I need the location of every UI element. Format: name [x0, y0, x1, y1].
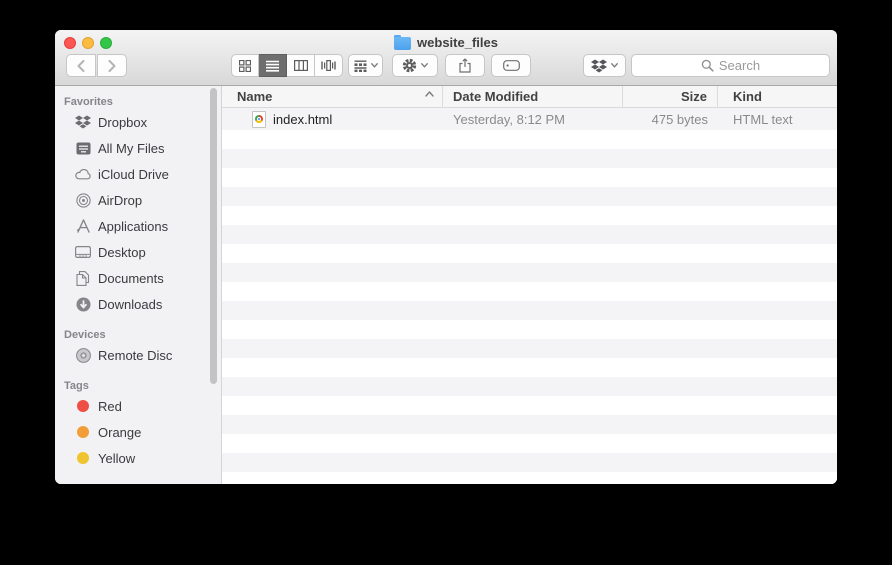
sidebar-section-tags: Tags Red Orange Yellow [55, 368, 221, 471]
search-placeholder: Search [719, 58, 760, 73]
tag-button[interactable] [491, 54, 531, 77]
sidebar-item-downloads[interactable]: Downloads [55, 291, 221, 317]
window-content: Favorites Dropbox [55, 86, 837, 484]
window-chrome: website_files [55, 30, 837, 86]
sidebar: Favorites Dropbox [55, 86, 222, 484]
group-by-icon [354, 60, 367, 72]
yellow-tag-icon [74, 449, 92, 467]
list-header: Name Date Modified Size Kind [222, 86, 837, 108]
sidebar-scrollbar[interactable] [210, 88, 217, 384]
dropbox-icon [74, 113, 92, 131]
sidebar-item-documents[interactable]: Documents [55, 265, 221, 291]
remote-disc-icon [74, 346, 92, 364]
file-row-index-html[interactable]: index.html Yesterday, 8:12 PM 475 bytes … [222, 108, 837, 130]
sidebar-item-airdrop[interactable]: AirDrop [55, 187, 221, 213]
sidebar-section-favorites: Favorites Dropbox [55, 86, 221, 317]
list-view-icon [266, 60, 279, 72]
view-mode-switcher [231, 54, 343, 77]
list-rows: index.html Yesterday, 8:12 PM 475 bytes … [222, 108, 837, 484]
documents-icon [74, 269, 92, 287]
downloads-icon [74, 295, 92, 313]
sidebar-item-applications[interactable]: Applications [55, 213, 221, 239]
section-label: Devices [55, 328, 221, 342]
chevron-down-icon [611, 63, 618, 68]
section-label: Favorites [55, 95, 221, 109]
sidebar-item-desktop[interactable]: Desktop [55, 239, 221, 265]
back-button[interactable] [66, 54, 96, 77]
column-header-kind[interactable]: Kind [718, 86, 837, 107]
sidebar-item-remote-disc[interactable]: Remote Disc [55, 342, 221, 368]
file-list: Name Date Modified Size Kind [222, 86, 837, 484]
all-my-files-icon [74, 139, 92, 157]
chevron-left-icon [77, 60, 85, 72]
arrange-button[interactable] [348, 54, 383, 77]
icon-view-button[interactable] [231, 54, 259, 77]
list-view-button[interactable] [259, 54, 287, 77]
icloud-drive-icon [74, 165, 92, 183]
share-icon [459, 58, 471, 73]
file-date-cell: Yesterday, 8:12 PM [443, 108, 623, 130]
coverflow-view-button[interactable] [315, 54, 343, 77]
empty-row-stripes [222, 130, 837, 484]
section-label: Tags [55, 379, 221, 393]
file-name-cell: index.html [222, 108, 443, 130]
gear-icon [402, 58, 417, 73]
desktop-icon [74, 243, 92, 261]
file-size-cell: 475 bytes [623, 108, 718, 130]
sidebar-item-icloud-drive[interactable]: iCloud Drive [55, 161, 221, 187]
sidebar-item-tag-red[interactable]: Red [55, 393, 221, 419]
finder-window: website_files [55, 30, 837, 484]
chevron-down-icon [371, 63, 378, 68]
search-icon [701, 59, 714, 72]
tag-icon [503, 60, 520, 71]
column-header-date-modified[interactable]: Date Modified [443, 86, 623, 107]
titlebar: website_files [55, 30, 837, 55]
column-header-size[interactable]: Size [623, 86, 718, 107]
search-input[interactable]: Search [631, 54, 830, 77]
airdrop-icon [74, 191, 92, 209]
coverflow-view-icon [321, 60, 336, 71]
sidebar-item-tag-yellow[interactable]: Yellow [55, 445, 221, 471]
window-title: website_files [417, 35, 498, 50]
action-button[interactable] [392, 54, 438, 77]
column-view-button[interactable] [287, 54, 315, 77]
chevron-down-icon [421, 63, 428, 68]
file-kind-cell: HTML text [718, 108, 837, 130]
column-view-icon [294, 60, 308, 71]
red-tag-icon [74, 397, 92, 415]
html-file-icon [252, 111, 266, 128]
dropbox-icon [591, 59, 607, 73]
column-header-name[interactable]: Name [222, 86, 443, 107]
chevron-right-icon [108, 60, 116, 72]
icon-view-icon [239, 60, 251, 72]
dropbox-toolbar-button[interactable] [583, 54, 626, 77]
orange-tag-icon [74, 423, 92, 441]
folder-icon [394, 37, 411, 50]
forward-button[interactable] [97, 54, 127, 77]
sidebar-item-tag-orange[interactable]: Orange [55, 419, 221, 445]
sidebar-item-dropbox[interactable]: Dropbox [55, 109, 221, 135]
applications-icon [74, 217, 92, 235]
sidebar-section-devices: Devices Remote Disc [55, 317, 221, 368]
sidebar-item-all-my-files[interactable]: All My Files [55, 135, 221, 161]
sort-ascending-icon [425, 91, 434, 97]
share-button[interactable] [445, 54, 485, 77]
